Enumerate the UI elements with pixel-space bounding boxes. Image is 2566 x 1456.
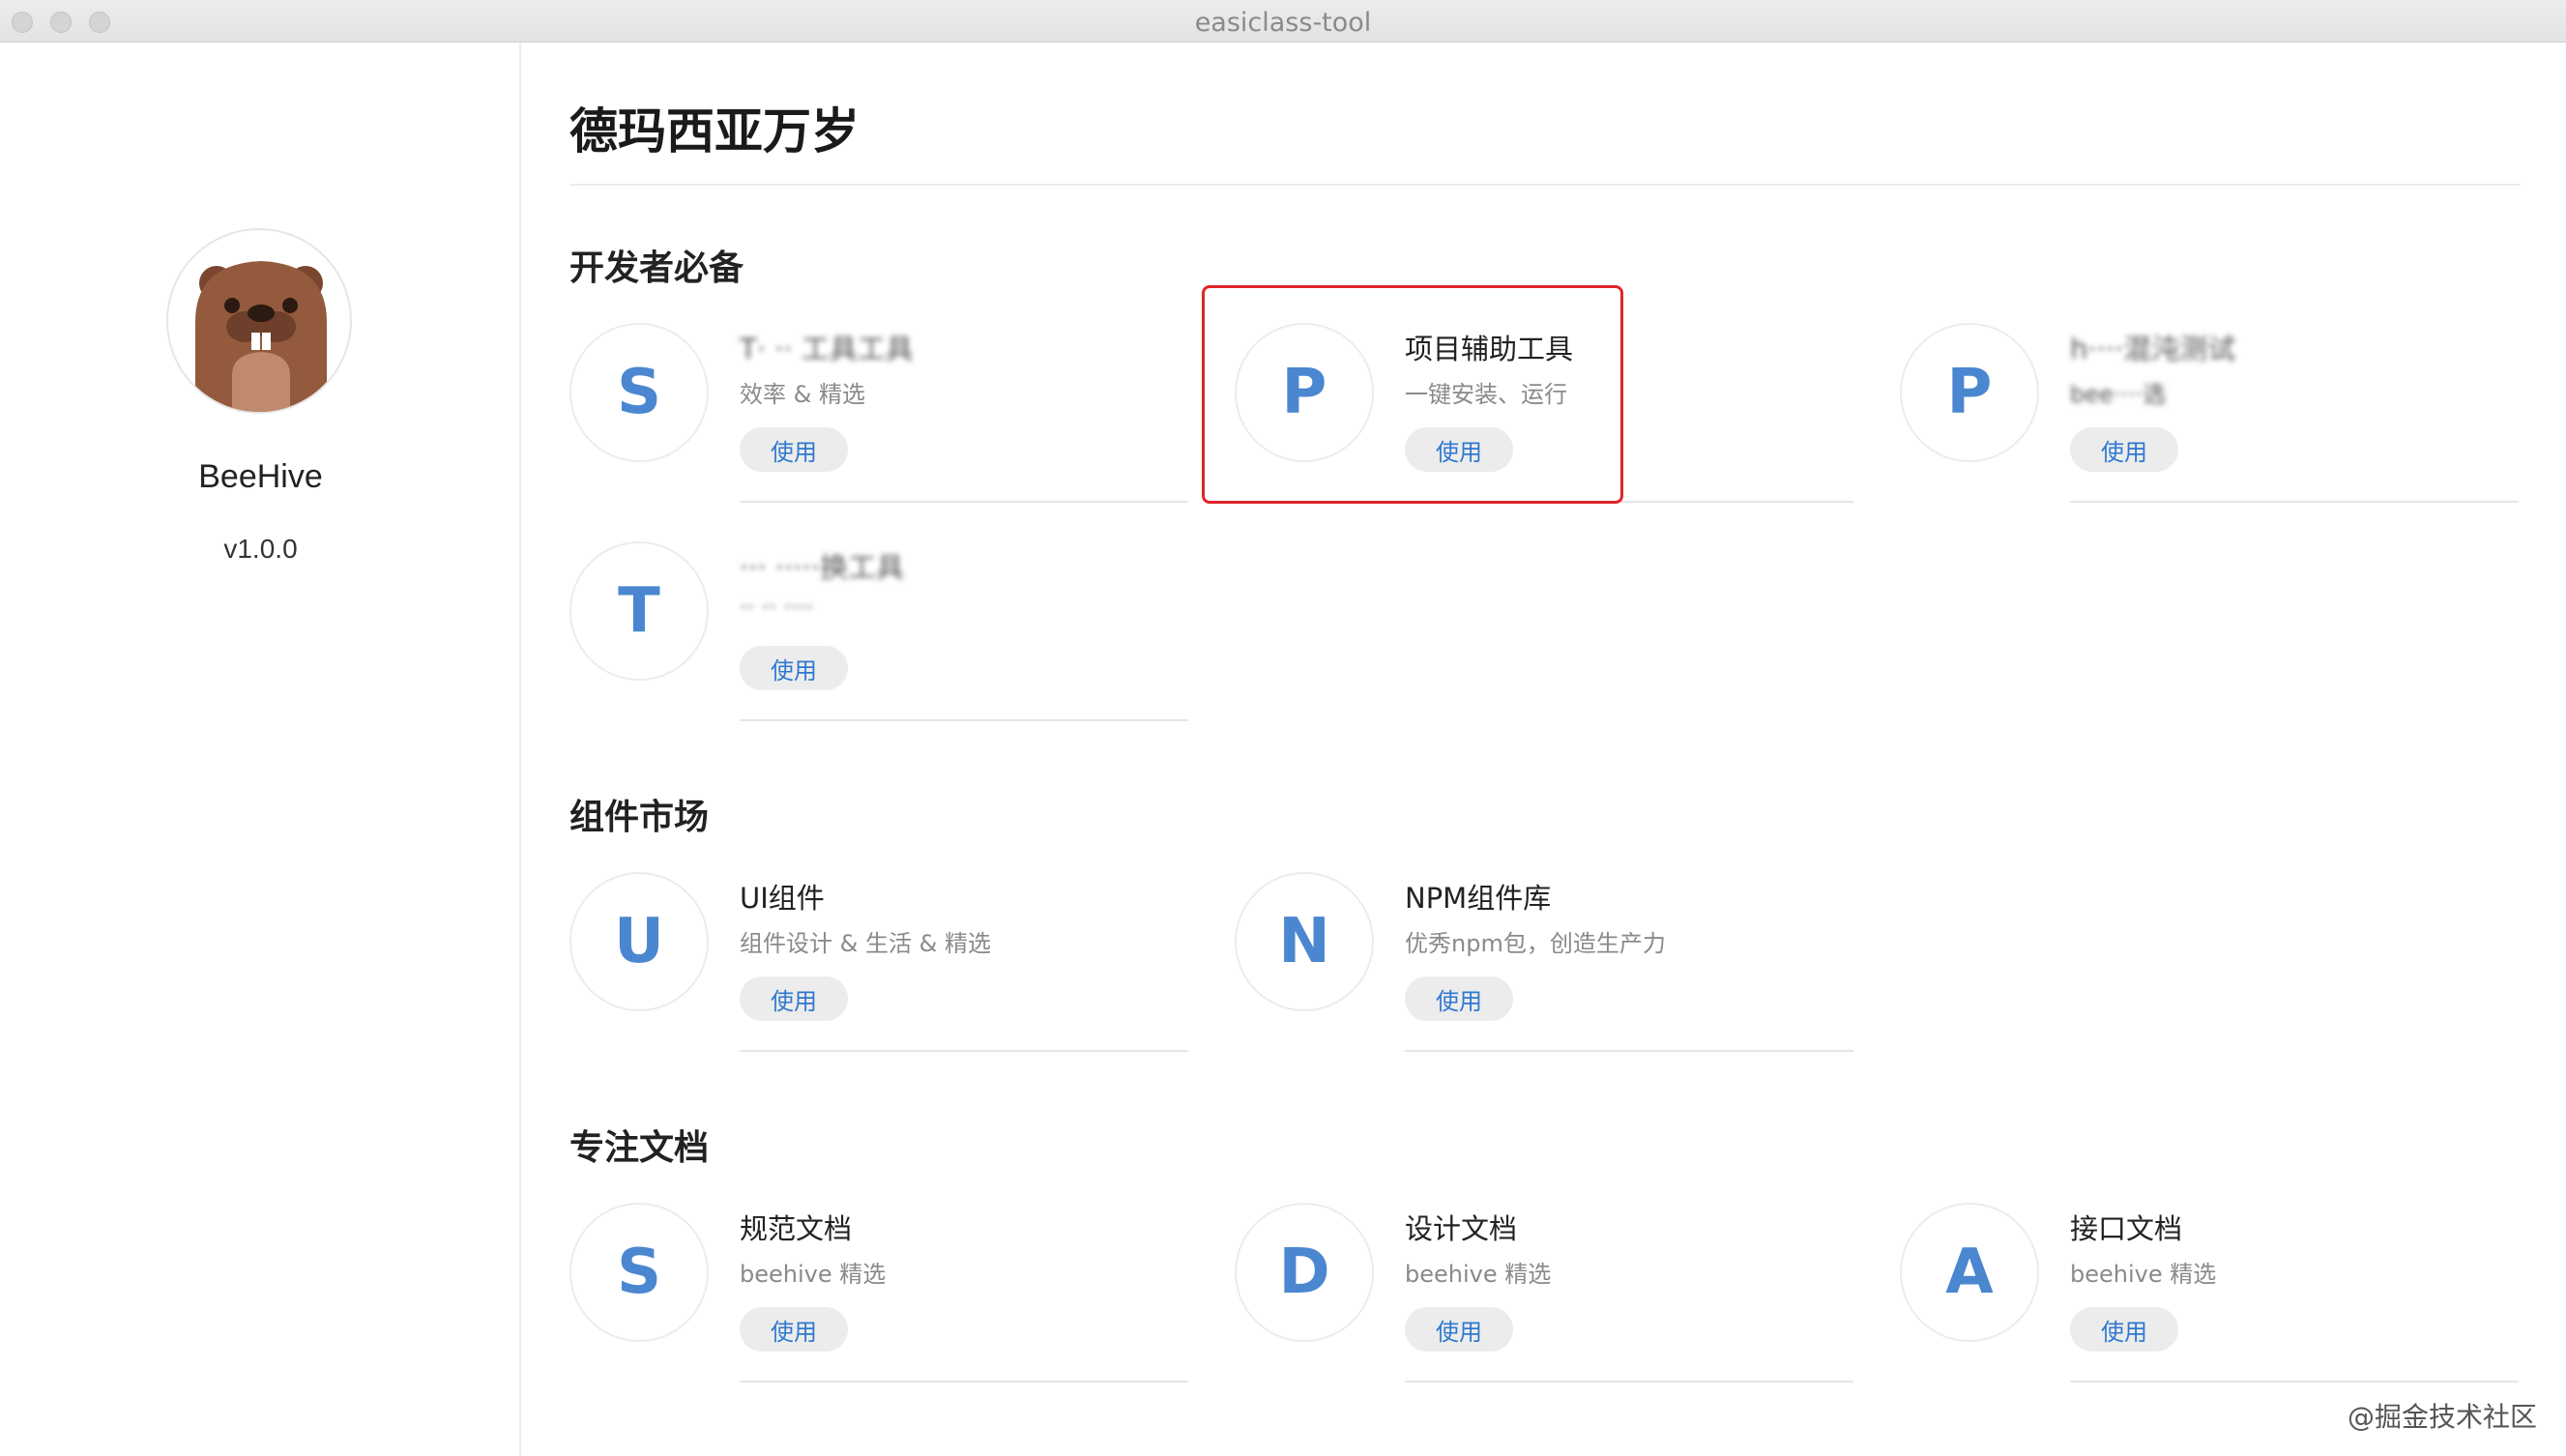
tool-card-name: h····混沌测试	[2070, 333, 2236, 365]
tool-card-desc: 优秀npm包，创造生产力	[1405, 930, 1666, 957]
tool-card-desc: ·· ·· ····	[740, 594, 814, 621]
tool-card-name: NPM组件库	[1405, 882, 1552, 915]
window-titlebar: easiclass-tool	[0, 0, 2566, 43]
window-title: easiclass-tool	[1194, 8, 1372, 38]
use-button[interactable]: 使用	[1405, 1307, 1513, 1352]
tool-card-letter-icon: D	[1235, 1203, 1374, 1342]
tool-card-desc: 效率 & 精选	[740, 381, 865, 408]
card-divider	[1405, 1381, 1853, 1383]
beaver-logo-icon	[166, 228, 352, 414]
tool-card-name: 设计文档	[1405, 1212, 1518, 1245]
tool-card-letter-icon: P	[1900, 323, 2039, 462]
tool-card: S T· ·· 工具工具 效率 & 精选 使用	[569, 323, 1188, 536]
tool-card-letter-icon: S	[569, 323, 709, 462]
tool-card-name: T· ·· 工具工具	[740, 333, 914, 365]
section-title-docs: 专注文档	[569, 1128, 710, 1168]
tool-card-desc: bee····选	[2070, 381, 2167, 408]
use-button[interactable]: 使用	[2070, 1307, 2178, 1352]
card-divider	[740, 1050, 1188, 1052]
tool-card-letter-icon: S	[569, 1203, 709, 1342]
app-version: v1.0.0	[223, 534, 298, 564]
card-divider	[2070, 1381, 2519, 1383]
watermark-text: @掘金技术社区	[2347, 1401, 2537, 1433]
tool-card: P h····混沌测试 bee····选 使用	[1900, 323, 2519, 536]
card-divider	[2070, 501, 2519, 503]
sidebar: BeeHive v1.0.0	[0, 43, 521, 1456]
title-divider	[569, 184, 2521, 186]
use-button[interactable]: 使用	[1405, 976, 1513, 1021]
card-divider	[1405, 1050, 1853, 1052]
tool-card-name: 规范文档	[740, 1212, 853, 1245]
main-content: 德玛西亚万岁 开发者必备 S T· ·· 工具工具 效率 & 精选 使用 P 项…	[523, 43, 2566, 1456]
card-divider	[740, 719, 1188, 721]
tool-card-name: 接口文档	[2070, 1212, 2183, 1245]
use-button[interactable]: 使用	[740, 427, 848, 472]
tool-card-spec-docs: S 规范文档 beehive 精选 使用	[569, 1203, 1188, 1415]
tool-card-letter-icon: T	[569, 541, 709, 681]
tool-card-desc: beehive 精选	[2070, 1261, 2217, 1288]
use-button[interactable]: 使用	[2070, 427, 2178, 472]
use-button[interactable]: 使用	[740, 976, 848, 1021]
tool-card-npm-library: N NPM组件库 优秀npm包，创造生产力 使用	[1235, 872, 1853, 1085]
section-title-component-market: 组件市场	[569, 798, 710, 837]
app-name: BeeHive	[198, 458, 323, 495]
tool-card-letter-icon: A	[1900, 1203, 2039, 1342]
tool-card-letter-icon: N	[1235, 872, 1374, 1011]
use-button[interactable]: 使用	[740, 646, 848, 690]
card-divider	[740, 501, 1188, 503]
card-divider	[740, 1381, 1188, 1383]
tool-card-desc: beehive 精选	[1405, 1261, 1552, 1288]
tool-card-design-docs: D 设计文档 beehive 精选 使用	[1235, 1203, 1853, 1415]
use-button[interactable]: 使用	[740, 1307, 848, 1352]
page-title: 德玛西亚万岁	[569, 103, 860, 160]
section-title-dev-essentials: 开发者必备	[569, 248, 744, 288]
tool-card-name: ··· ·····换工具	[740, 551, 904, 584]
tool-card-letter-icon: U	[569, 872, 709, 1011]
tool-card-name: UI组件	[740, 882, 825, 915]
tool-card-api-docs: A 接口文档 beehive 精选 使用	[1900, 1203, 2519, 1415]
tool-card-desc: beehive 精选	[740, 1261, 887, 1288]
tool-card-desc: 组件设计 & 生活 & 精选	[740, 930, 991, 957]
tool-card: T ··· ·····换工具 ·· ·· ···· 使用	[569, 541, 1188, 754]
highlight-box	[1202, 285, 1623, 504]
tool-card-ui-components: U UI组件 组件设计 & 生活 & 精选 使用	[569, 872, 1188, 1085]
